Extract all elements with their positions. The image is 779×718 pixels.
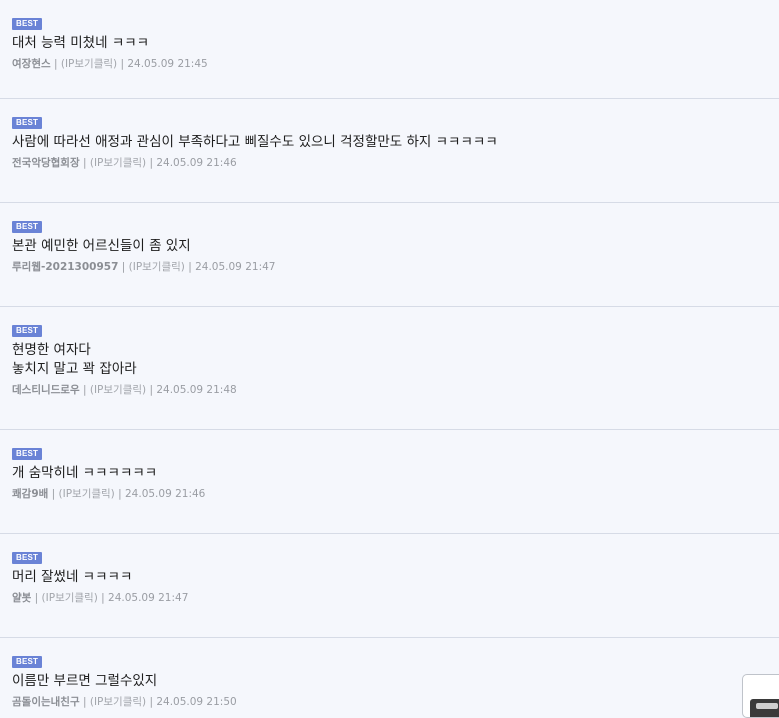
ip-view-link[interactable]: (IP보기클릭)	[90, 696, 146, 708]
best-badge: BEST	[12, 117, 43, 129]
best-badge: BEST	[12, 448, 43, 460]
comment-text: 이름만 부르면 그럴수있지	[12, 673, 158, 689]
comment-timestamp: 24.05.09 21:47	[195, 261, 276, 273]
comment-item: BEST 머리 잘썼네 ㅋㅋㅋㅋ 얄봇 | (IP보기클릭) | 24.05.0…	[0, 534, 779, 638]
comment-timestamp: 24.05.09 21:47	[108, 592, 189, 604]
comment-item: BEST 현명한 여자다 놓치지 말고 꽉 잡아라 데스티니드로우 | (IP보…	[0, 307, 779, 430]
comment-author[interactable]: 얄봇	[12, 592, 31, 604]
comment-meta: 쾌감9배 | (IP보기클릭) | 24.05.09 21:46	[12, 486, 767, 502]
meta-separator: |	[184, 261, 196, 273]
comment-author[interactable]: 데스티니드로우	[12, 384, 80, 396]
meta-separator: |	[117, 58, 128, 70]
best-comment-list: BEST 대처 능력 미쳤네 ㅋㅋㅋ 여장현스 | (IP보기클릭) | 24.…	[0, 0, 779, 714]
comment-meta: 여장현스 | (IP보기클릭) | 24.05.09 21:45	[12, 56, 767, 72]
ip-view-link[interactable]: (IP보기클릭)	[61, 58, 117, 70]
comment-meta: 데스티니드로우 | (IP보기클릭) | 24.05.09 21:48	[12, 382, 767, 398]
floating-thumbnail-button[interactable]	[742, 674, 779, 718]
comment-author[interactable]: 쾌감9배	[12, 488, 48, 500]
thumbnail-image	[750, 699, 779, 717]
comment-timestamp: 24.05.09 21:46	[125, 488, 206, 500]
meta-separator: |	[146, 157, 157, 169]
comment-timestamp: 24.05.09 21:50	[156, 696, 237, 708]
best-badge: BEST	[12, 18, 43, 30]
meta-separator: |	[146, 384, 157, 396]
meta-separator: |	[50, 58, 61, 70]
comment-item: BEST 대처 능력 미쳤네 ㅋㅋㅋ 여장현스 | (IP보기클릭) | 24.…	[0, 0, 779, 99]
meta-separator: |	[79, 384, 90, 396]
comment-meta: 루리웹-2021300957 | (IP보기클릭) | 24.05.09 21:…	[12, 259, 767, 275]
comment-timestamp: 24.05.09 21:46	[156, 157, 237, 169]
comment-text: 개 숨막히네 ㅋㅋㅋㅋㅋㅋ	[12, 465, 158, 481]
comment-text: 본관 예민한 어르신들이 좀 있지	[12, 238, 191, 254]
comment-text: 사람에 따라선 애정과 관심이 부족하다고 삐질수도 있으니 걱정할만도 하지 …	[12, 134, 498, 150]
best-badge: BEST	[12, 656, 43, 668]
meta-separator: |	[114, 488, 125, 500]
ip-view-link[interactable]: (IP보기클릭)	[129, 261, 185, 273]
meta-separator: |	[97, 592, 109, 604]
ip-view-link[interactable]: (IP보기클릭)	[90, 384, 146, 396]
comment-author[interactable]: 곰돌이는내친구	[12, 696, 80, 708]
best-badge: BEST	[12, 552, 43, 564]
comment-text: 현명한 여자다 놓치지 말고 꽉 잡아라	[12, 342, 137, 377]
comment-meta: 얄봇 | (IP보기클릭) | 24.05.09 21:47	[12, 590, 767, 606]
comment-item: BEST 사람에 따라선 애정과 관심이 부족하다고 삐질수도 있으니 걱정할만…	[0, 99, 779, 203]
comment-author[interactable]: 루리웹-2021300957	[12, 261, 118, 273]
comment-item: BEST 본관 예민한 어르신들이 좀 있지 루리웹-2021300957 | …	[0, 203, 779, 307]
meta-separator: |	[48, 488, 59, 500]
comment-author[interactable]: 여장현스	[12, 58, 51, 70]
comment-text: 대처 능력 미쳤네 ㅋㅋㅋ	[12, 35, 150, 51]
comment-author[interactable]: 전국악당협회장	[12, 157, 80, 169]
comment-timestamp: 24.05.09 21:45	[127, 58, 208, 70]
meta-separator: |	[146, 696, 157, 708]
comment-item: BEST 이름만 부르면 그럴수있지 곰돌이는내친구 | (IP보기클릭) | …	[0, 638, 779, 714]
comment-item: BEST 개 숨막히네 ㅋㅋㅋㅋㅋㅋ 쾌감9배 | (IP보기클릭) | 24.…	[0, 430, 779, 534]
comment-text: 머리 잘썼네 ㅋㅋㅋㅋ	[12, 569, 133, 585]
ip-view-link[interactable]: (IP보기클릭)	[59, 488, 115, 500]
ip-view-link[interactable]: (IP보기클릭)	[90, 157, 146, 169]
best-badge: BEST	[12, 325, 43, 337]
meta-separator: |	[31, 592, 42, 604]
comment-meta: 곰돌이는내친구 | (IP보기클릭) | 24.05.09 21:50	[12, 694, 767, 710]
meta-separator: |	[79, 696, 90, 708]
meta-separator: |	[79, 157, 90, 169]
ip-view-link[interactable]: (IP보기클릭)	[42, 592, 98, 604]
comment-meta: 전국악당협회장 | (IP보기클릭) | 24.05.09 21:46	[12, 155, 767, 171]
meta-separator: |	[118, 261, 129, 273]
comment-timestamp: 24.05.09 21:48	[156, 384, 237, 396]
best-badge: BEST	[12, 221, 43, 233]
